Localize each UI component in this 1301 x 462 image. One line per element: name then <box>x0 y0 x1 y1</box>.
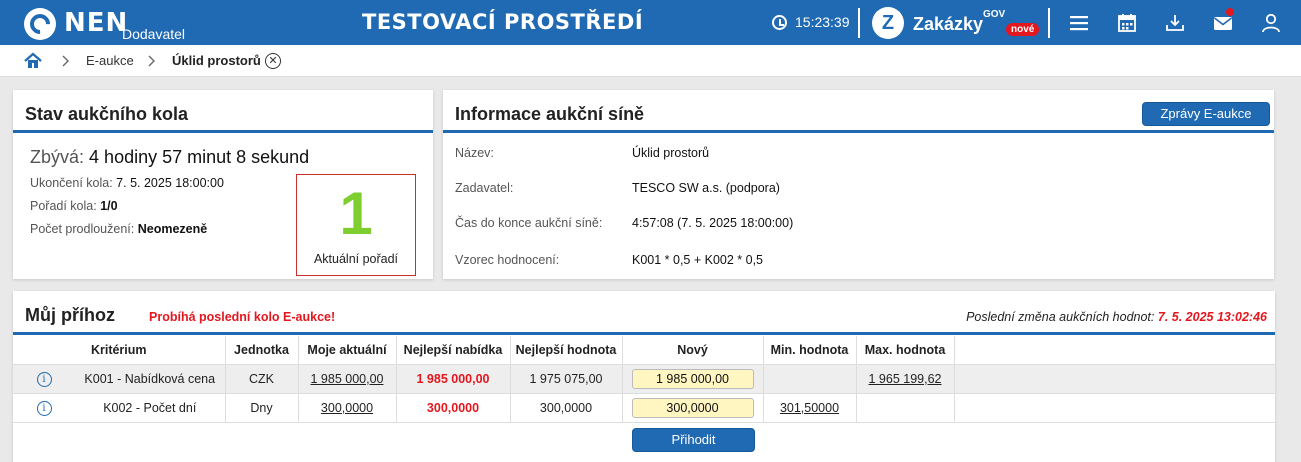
info-icon[interactable]: i <box>36 400 52 416</box>
extensions-label: Počet prodloužení: <box>30 222 135 236</box>
close-icon[interactable]: ✕ <box>265 53 281 69</box>
best-offer-cell: 1 985 000,00 <box>396 364 511 394</box>
empty-cell <box>954 364 1275 394</box>
my-bid-panel: Můj příhoz Probíhá poslední kolo E-aukce… <box>13 291 1275 462</box>
remaining-label: Zbývá: <box>30 147 85 167</box>
criterion-cell: K001 - Nabídková cena <box>75 364 226 394</box>
place-bid-button[interactable]: Přihodit <box>632 428 755 452</box>
info-label-name: Název: <box>455 146 494 160</box>
info-value-time-left: 4:57:08 (7. 5. 2025 18:00:00) <box>632 216 794 230</box>
current-rank-value: 1 <box>339 180 373 247</box>
column-header: Nejlepší hodnota <box>510 336 623 365</box>
top-bar: NEN Dodavatel TESTOVACÍ PROSTŘEDÍ 15:23:… <box>0 0 1301 45</box>
unit-cell: CZK <box>225 364 299 394</box>
table-header-row: Kritérium Jednotka Moje aktuální Nejlepš… <box>13 336 1275 365</box>
column-header: Jednotka <box>225 336 299 365</box>
last-change-value: 7. 5. 2025 13:02:46 <box>1157 310 1267 324</box>
column-header: Kritérium <box>13 336 226 365</box>
panel-title: Informace aukční síně <box>455 104 645 124</box>
calendar-icon[interactable] <box>1116 12 1138 34</box>
session-clock: 15:23:39 <box>772 14 850 30</box>
info-label-contracting: Zadavatel: <box>455 181 514 195</box>
best-value-cell: 1 975 075,00 <box>510 364 623 394</box>
environment-title: TESTOVACÍ PROSTŘEDÍ <box>362 10 644 34</box>
zakazky-gov: GOV <box>983 9 1006 20</box>
nen-logo-icon <box>24 8 56 40</box>
column-header: Nový <box>622 336 764 365</box>
panel-title: Můj příhoz <box>25 305 115 325</box>
best-offer-cell: 300,0000 <box>396 393 511 423</box>
column-header: Max. hodnota <box>856 336 955 365</box>
round-order-value: 1/0 <box>100 199 118 213</box>
column-header: Min. hodnota <box>763 336 857 365</box>
min-value-link[interactable]: 301,50000 <box>780 401 839 415</box>
home-icon[interactable] <box>24 52 42 70</box>
auction-messages-button[interactable]: Zprávy E-aukce <box>1142 102 1270 126</box>
chevron-right-icon <box>62 55 70 67</box>
info-label-time-left: Čas do konce aukční síně: <box>455 216 603 230</box>
bid-table: Kritérium Jednotka Moje aktuální Nejlepš… <box>13 336 1275 423</box>
info-label-formula: Vzorec hodnocení: <box>455 253 560 267</box>
round-status-panel: Stav aukčního kola Zbývá: 4 hodiny 57 mi… <box>13 90 433 279</box>
round-end-label: Ukončení kola: <box>30 176 113 190</box>
empty-cell <box>954 393 1275 423</box>
column-header-empty <box>954 336 1275 365</box>
criterion-cell: K002 - Počet dní <box>75 393 226 423</box>
auction-room-info-panel: Informace aukční síně Zprávy E-aukce Náz… <box>443 90 1274 279</box>
last-change: Poslední změna aukčních hodnot: 7. 5. 20… <box>966 310 1267 324</box>
info-icon[interactable]: i <box>36 371 52 387</box>
new-badge: nové <box>1006 23 1040 36</box>
remaining-time: Zbývá: 4 hodiny 57 minut 8 sekund <box>30 147 309 168</box>
panel-title: Stav aukčního kola <box>25 104 189 124</box>
column-header: Nejlepší nabídka <box>396 336 511 365</box>
zakazky-text: Zakázky <box>913 14 984 34</box>
max-value-link[interactable]: 1 965 199,62 <box>869 372 942 386</box>
divider <box>858 8 860 38</box>
my-current-link[interactable]: 1 985 000,00 <box>311 372 384 386</box>
current-rank-box: 1 Aktuální pořadí <box>296 174 416 276</box>
unit-cell: Dny <box>225 393 299 423</box>
table-row: i K002 - Počet dní Dny 300,0000 300,0000… <box>13 393 1275 423</box>
round-order-label: Pořadí kola: <box>30 199 97 213</box>
remaining-value: 4 hodiny 57 minut 8 sekund <box>89 147 310 167</box>
zakazky-logo-icon: Z <box>872 7 904 39</box>
extensions: Počet prodloužení: Neomezeně <box>30 222 207 236</box>
menu-icon[interactable] <box>1068 12 1090 34</box>
min-value-cell <box>763 364 857 394</box>
info-value-formula: K001 * 0,5 + K002 * 0,5 <box>632 253 764 267</box>
download-icon[interactable] <box>1164 12 1186 34</box>
last-round-alert: Probíhá poslední kolo E-aukce! <box>149 310 336 324</box>
logo-text: NEN <box>64 8 129 38</box>
max-value-cell <box>856 393 955 423</box>
new-bid-input[interactable] <box>631 368 754 389</box>
mail-icon[interactable] <box>1212 8 1234 34</box>
last-change-label: Poslední změna aukčních hodnot: <box>966 310 1155 324</box>
column-header: Moje aktuální <box>298 336 397 365</box>
extensions-value: Neomezeně <box>137 222 208 236</box>
user-icon[interactable] <box>1260 12 1282 34</box>
new-bid-input[interactable] <box>631 397 754 418</box>
round-order: Pořadí kola: 1/0 <box>30 199 118 213</box>
chevron-right-icon <box>148 55 156 67</box>
clock-time: 15:23:39 <box>795 14 850 30</box>
breadcrumb-current: Úklid prostorů <box>172 53 261 68</box>
panel-divider <box>13 332 1275 335</box>
current-rank-label: Aktuální pořadí <box>313 252 399 266</box>
clock-icon <box>772 14 787 30</box>
round-end-value: 7. 5. 2025 18:00:00 <box>116 176 224 190</box>
panel-divider <box>13 130 433 133</box>
best-value-cell: 300,0000 <box>510 393 623 423</box>
notification-dot <box>1226 8 1234 16</box>
breadcrumb: E-aukce Úklid prostorů ✕ <box>0 45 1301 77</box>
breadcrumb-eaukce[interactable]: E-aukce <box>86 53 134 68</box>
info-value-contracting: TESCO SW a.s. (podpora) <box>632 181 780 195</box>
divider <box>1048 8 1050 38</box>
my-current-link[interactable]: 300,0000 <box>321 401 373 415</box>
panel-divider <box>443 130 1274 133</box>
round-end: Ukončení kola: 7. 5. 2025 18:00:00 <box>30 176 224 190</box>
info-value-name: Úklid prostorů <box>632 146 710 160</box>
table-row: i K001 - Nabídková cena CZK 1 985 000,00… <box>13 364 1275 394</box>
logo-subtitle: Dodavatel <box>122 26 186 42</box>
